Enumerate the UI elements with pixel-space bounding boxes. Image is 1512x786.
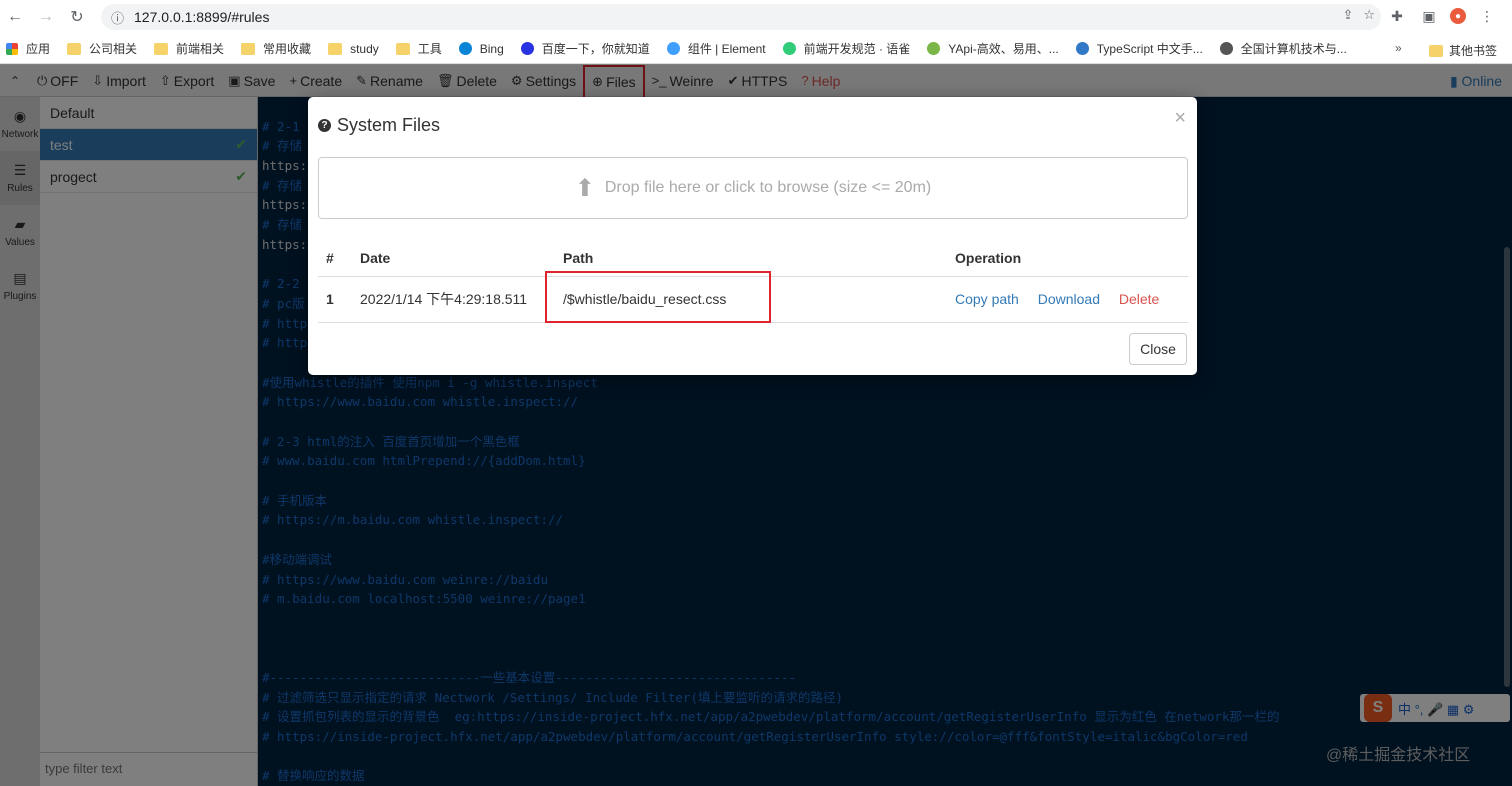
delete-link[interactable]: Delete [1119,291,1159,307]
bookmark-label: 前端开发规范 · 语雀 [803,42,911,56]
bookmark-item[interactable]: 应用 [6,40,50,57]
system-files-modal: ? System Files × ⬆ Drop file here or cli… [308,97,1197,375]
bookmark-item[interactable]: 组件 | Element [666,40,766,57]
bookmark-label: 公司相关 [89,42,138,56]
bookmark-item[interactable]: 前端开发规范 · 语雀 [782,40,911,57]
row-date: 2022/1/14 下午4:29:18.511 [352,276,555,323]
other-bookmarks-label: 其他书签 [1449,44,1498,58]
bookmark-label: 工具 [417,42,442,56]
bookmark-label: 应用 [26,42,51,56]
col-num: # [318,240,352,277]
upload-arrow-icon: ⬆ [574,174,595,202]
bookmark-item[interactable]: TypeScript 中文手... [1075,40,1203,57]
row-path-cell: /$whistle/baidu_resect.css [545,270,947,323]
close-icon[interactable]: × [1174,107,1186,130]
download-link[interactable]: Download [1038,291,1100,307]
bookmark-label: study [350,41,379,56]
modal-title-text: System Files [337,115,441,135]
bookmark-label: 组件 | Element [687,42,766,56]
bookmark-item[interactable]: study [328,42,379,56]
bookmark-item[interactable]: YApi-高效、易用、... [927,40,1059,57]
info-icon[interactable]: ⓘ [111,8,124,27]
yapi-icon [927,42,941,55]
bookmark-label: Bing [479,41,504,56]
bookmark-label: 全国计算机技术与... [1240,42,1347,56]
back-arrow-icon[interactable]: ← [0,2,30,32]
dropzone-text: Drop file here or click to browse (size … [604,179,932,196]
avatar[interactable]: ● [1450,8,1466,24]
folder-icon [395,42,410,55]
globe-icon [1219,42,1233,55]
folder-icon [67,42,82,55]
bookmark-item[interactable]: 公司相关 [67,40,137,57]
row-operations: Copy path Download Delete [947,276,1188,323]
star-icon[interactable]: ☆ [1363,7,1375,23]
question-circle-icon: ? [318,119,331,132]
bookmark-item[interactable]: 全国计算机技术与... [1219,40,1347,57]
table-row: 1 2022/1/14 下午4:29:18.511 /$whistle/baid… [318,270,1188,323]
sidepanel-icon[interactable]: ▣ [1418,5,1440,27]
yuque-icon [782,42,796,55]
url-bar[interactable]: ⓘ 127.0.0.1:8899/#rules ⇪ ☆ [101,4,1381,30]
bookmark-label: 百度一下，你就知道 [541,42,650,56]
copy-path-link[interactable]: Copy path [955,291,1019,307]
baidu-icon [520,42,534,55]
apps-icon [6,42,18,55]
bookmark-item[interactable]: 常用收藏 [241,40,311,57]
url-text: 127.0.0.1:8899/#rules [134,9,270,25]
col-date: Date [352,240,555,277]
share-icon[interactable]: ⇪ [1342,7,1353,23]
folder-icon [154,42,169,55]
browser-address-bar: ← → ↻ ⓘ 127.0.0.1:8899/#rules ⇪ ☆ ✚ ▣ ● … [0,0,1512,34]
bookmark-label: YApi-高效、易用、... [948,42,1059,56]
files-table: # Date Path Operation 1 2022/1/14 下午4:29… [318,240,1188,323]
highlight-box [545,270,771,323]
col-operation: Operation [947,240,1188,277]
menu-icon[interactable]: ⋮ [1476,5,1498,27]
folder-icon [241,42,256,55]
reload-icon[interactable]: ↻ [62,2,92,32]
row-num: 1 [318,276,352,323]
other-bookmarks[interactable]: 其他书签 [1429,42,1497,59]
bookmark-item[interactable]: 百度一下，你就知道 [520,40,650,57]
ts-icon [1075,42,1089,55]
modal-title: ? System Files [318,115,440,136]
file-dropzone[interactable]: ⬆ Drop file here or click to browse (siz… [318,157,1188,219]
bookmarks-more-icon[interactable]: » [1395,41,1402,55]
bookmarks-bar: 应用 公司相关 前端相关 常用收藏 study 工具 Bing 百度一下，你就知道 组件 | E… [0,34,1512,64]
bookmark-label: 前端相关 [176,42,225,56]
folder-icon [328,42,343,55]
bookmark-label: TypeScript 中文手... [1096,42,1203,56]
bookmark-label: 常用收藏 [263,42,312,56]
bookmark-item[interactable]: 工具 [395,40,442,57]
bing-icon [458,42,472,55]
forward-arrow-icon[interactable]: → [31,2,61,32]
close-button[interactable]: Close [1129,333,1187,365]
element-icon [666,42,680,55]
bookmark-item[interactable]: Bing [458,41,504,56]
bookmark-item[interactable]: 前端相关 [154,40,224,57]
folder-icon [1429,44,1443,57]
extensions-icon[interactable]: ✚ [1386,5,1408,27]
